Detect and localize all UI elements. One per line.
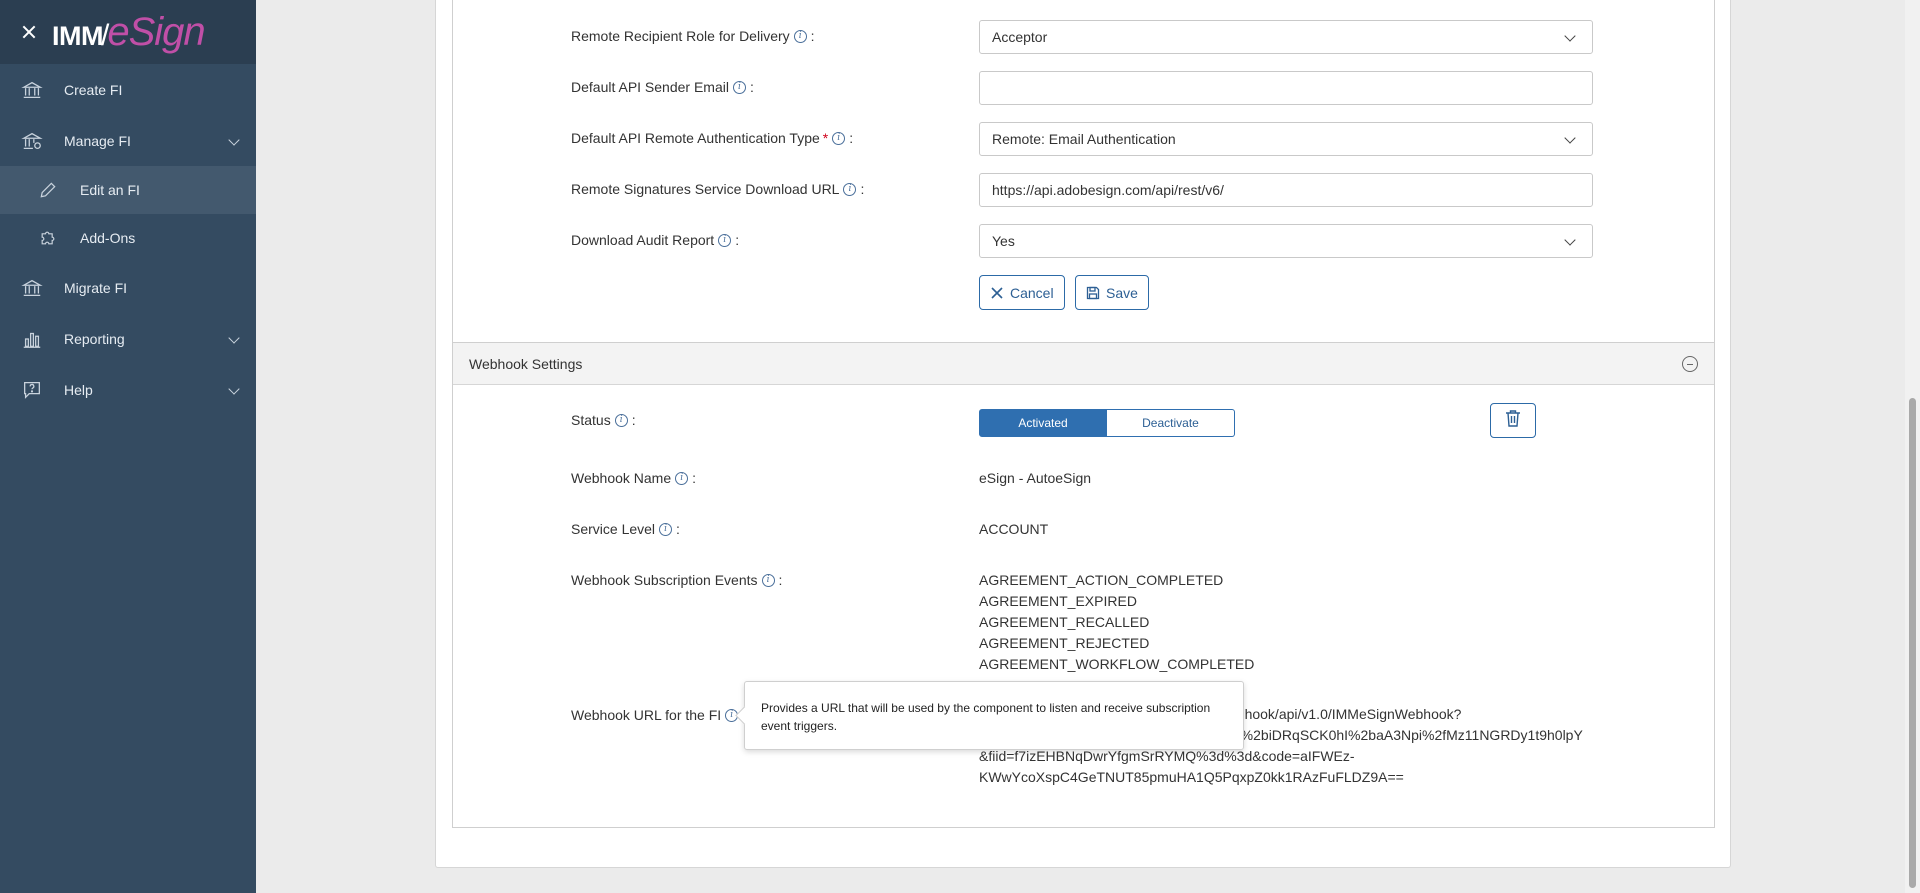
bank-migrate-icon [20, 276, 44, 300]
sidebar-item-label: Migrate FI [64, 279, 128, 296]
sidebar-item-create-fi[interactable]: Create FI [0, 64, 256, 115]
sidebar-item-manage-fi[interactable]: Manage FI [0, 115, 256, 166]
chevron-down-icon [228, 134, 240, 146]
list-item: AGREEMENT_EXPIRED [979, 593, 1137, 609]
close-icon [990, 286, 1004, 300]
sender-email-label: Default API Sender Email i : [571, 79, 754, 95]
subscription-events-label: Webhook Subscription Events i : [571, 572, 783, 588]
sidebar-item-add-ons[interactable]: Add-Ons [0, 214, 256, 262]
subscription-events-list: AGREEMENT_ACTION_COMPLETED AGREEMENT_EXP… [979, 570, 1254, 675]
scrollbar-thumb[interactable] [1909, 398, 1916, 888]
info-icon[interactable]: i [843, 182, 857, 196]
chevron-down-icon [228, 332, 240, 344]
sender-email-input[interactable] [979, 71, 1593, 105]
logo-imm: IMM [52, 20, 103, 51]
brand-bar: IMM / eSign [0, 0, 256, 64]
help-bubble-icon [20, 378, 44, 402]
webhook-url-value: ebhook/api/v1.0/IMMeSignWebhook? [1229, 704, 1609, 725]
pencil-icon [38, 180, 58, 200]
activated-button[interactable]: Activated [979, 409, 1107, 437]
info-icon[interactable]: i [732, 80, 746, 94]
chevron-down-icon [228, 383, 240, 395]
puzzle-icon [38, 228, 58, 248]
sidebar: IMM / eSign Create FI Manage FI Edit an … [0, 0, 256, 893]
info-icon[interactable]: i [675, 471, 689, 485]
download-url-label: Remote Signatures Service Download URL i… [571, 181, 865, 197]
info-icon[interactable]: i [793, 29, 807, 43]
list-item: AGREEMENT_RECALLED [979, 614, 1150, 630]
info-icon[interactable]: i [718, 233, 732, 247]
info-icon[interactable]: i [832, 131, 846, 145]
bank-icon [20, 78, 44, 102]
download-url-input[interactable]: https://api.adobesign.com/api/rest/v6/ [979, 173, 1593, 207]
list-item: AGREEMENT_ACTION_COMPLETED [979, 572, 1224, 588]
auth-type-select[interactable]: Remote: Email Authentication [979, 122, 1593, 156]
audit-report-select[interactable]: Yes [979, 224, 1593, 258]
sidebar-item-label: Add-Ons [80, 230, 136, 246]
url-line: KWwYcoXspC4GeTNUT85pmuHA1Q5PqxpZ0kk1RAzF… [979, 769, 1404, 785]
url-line: 2f%2biDRqSCK0hI%2baA3Npi%2fMz11NGRDy1t9h… [1229, 727, 1583, 743]
sidebar-item-label: Edit an FI [80, 182, 140, 198]
recipient-role-label: Remote Recipient Role for Delivery i : [571, 28, 815, 44]
status-toggle: Activated Deactivate [979, 409, 1235, 437]
webhook-settings-header[interactable]: Webhook Settings [453, 343, 1714, 385]
list-item: AGREEMENT_REJECTED [979, 635, 1150, 651]
deactivate-button[interactable]: Deactivate [1107, 409, 1235, 437]
webhook-url-value-3: &fiid=f7izEHBNqDwrYfgmSrRYMQ%3d%3d&code=… [979, 746, 1599, 788]
info-icon[interactable]: i [659, 522, 673, 536]
bank-settings-icon [20, 129, 44, 153]
bar-chart-icon [20, 327, 44, 351]
logo: IMM / eSign [52, 9, 206, 55]
sidebar-item-migrate-fi[interactable]: Migrate FI [0, 262, 256, 313]
audit-report-label: Download Audit Report i : [571, 232, 740, 248]
close-icon[interactable] [20, 23, 38, 41]
info-icon[interactable]: i [614, 413, 628, 427]
info-tooltip: Provides a URL that will be used by the … [744, 681, 1244, 750]
sidebar-item-label: Reporting [64, 330, 125, 347]
sidebar-item-help[interactable]: Help [0, 364, 256, 415]
trash-icon [1505, 409, 1521, 432]
sidebar-item-reporting[interactable]: Reporting [0, 313, 256, 364]
service-level-label: Service Level i : [571, 521, 680, 537]
info-icon[interactable]: i [761, 573, 775, 587]
sidebar-item-label: Create FI [64, 81, 123, 98]
sidebar-item-edit-fi[interactable]: Edit an FI [0, 166, 256, 214]
status-label: Status i : [571, 412, 636, 428]
service-level-value: ACCOUNT [979, 521, 1049, 537]
save-button[interactable]: Save [1075, 275, 1149, 310]
sidebar-item-label: Help [64, 381, 93, 398]
floppy-disk-icon [1086, 286, 1100, 300]
scrollbar[interactable] [1905, 0, 1920, 893]
collapse-icon[interactable] [1682, 356, 1698, 372]
webhook-url-label: Webhook URL for the FI i [571, 707, 739, 723]
required-mark: * [822, 130, 829, 146]
auth-type-label: Default API Remote Authentication Type *… [571, 130, 854, 146]
cancel-button[interactable]: Cancel [979, 275, 1065, 310]
logo-esign: eSign [107, 9, 205, 54]
list-item: AGREEMENT_WORKFLOW_COMPLETED [979, 656, 1255, 672]
recipient-role-select[interactable]: Acceptor [979, 20, 1593, 54]
webhook-name-label: Webhook Name i : [571, 470, 697, 486]
sidebar-item-label: Manage FI [64, 132, 131, 149]
webhook-name-value: eSign - AutoeSign [979, 470, 1092, 486]
webhook-url-value-2: 2f%2biDRqSCK0hI%2baA3Npi%2fMz11NGRDy1t9h… [1229, 725, 1609, 746]
delete-webhook-button[interactable] [1490, 403, 1536, 438]
url-line: ebhook/api/v1.0/IMMeSignWebhook? [1229, 706, 1462, 722]
